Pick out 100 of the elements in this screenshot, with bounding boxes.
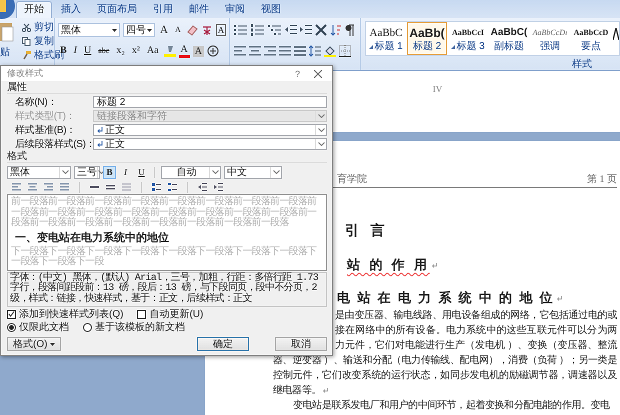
- sort-icon[interactable]: [330, 24, 342, 36]
- style-sample: AaBbC(: [490, 26, 528, 40]
- help-button[interactable]: ?: [294, 68, 300, 78]
- style-label: 副标题: [494, 40, 524, 52]
- font-color-button[interactable]: A: [178, 44, 190, 58]
- align-left-icon[interactable]: [234, 45, 246, 57]
- font-name-field[interactable]: 黑体: [58, 23, 120, 37]
- style-dropdown[interactable]: 正文: [93, 124, 327, 136]
- distributed-icon[interactable]: [294, 45, 306, 57]
- name-field[interactable]: 标题 2: [93, 96, 327, 108]
- field-label: 样式类型(T)：: [15, 110, 76, 122]
- language-dropdown[interactable]: 中文: [224, 166, 282, 178]
- one-half-spacing-icon[interactable]: [106, 183, 115, 191]
- clipboard-button[interactable]: 复制: [34, 35, 54, 48]
- office-button-icon[interactable]: [0, 0, 16, 20]
- border-icon[interactable]: [339, 45, 352, 57]
- ribbon-tab[interactable]: 视图: [254, 2, 288, 18]
- font-dropdown[interactable]: 黑体: [7, 166, 71, 178]
- ribbon-tab[interactable]: 审阅: [218, 2, 252, 18]
- style-label: 标题 2: [412, 40, 442, 52]
- color-dropdown[interactable]: 自动: [161, 166, 221, 178]
- preview-heading: 一、变电站在电力系统中的地位: [15, 230, 170, 244]
- ribbon-tab[interactable]: 插入: [54, 2, 88, 18]
- cancel-button[interactable]: 取消: [275, 337, 327, 351]
- style-sample: AaBbCcDı: [532, 26, 568, 38]
- highlighter-icon[interactable]: [164, 45, 176, 57]
- document-text: 控制元件，它们改变系统的运行状态，如同步发电机的励磁调节器，调速器以及: [273, 368, 617, 383]
- paste-icon[interactable]: [0, 21, 14, 43]
- ribbon-tab[interactable]: 邮件: [182, 2, 216, 18]
- style-gallery-item[interactable]: AaBbCcI 标题 3: [448, 22, 488, 55]
- change-case-button[interactable]: Aa: [144, 44, 161, 58]
- align-center-icon[interactable]: [249, 45, 262, 57]
- radio-label: 基于该模板的新文档: [95, 320, 185, 334]
- font-style-button[interactable]: B: [103, 166, 116, 178]
- field-label: 样式基准(B)：: [15, 124, 77, 136]
- checkbox[interactable]: [7, 310, 16, 318]
- superscript-button[interactable]: x²: [130, 44, 142, 58]
- paste-button[interactable]: 贴: [0, 45, 10, 59]
- character-border-button[interactable]: A: [216, 24, 226, 36]
- caret-icon: [147, 28, 152, 32]
- shrink-font-button[interactable]: A: [172, 23, 183, 37]
- increase-indent-icon[interactable]: [214, 183, 223, 191]
- document-text: 变电站是联系发电厂和用户的中间环节，起着变换和分配电能的作用。变电: [293, 398, 610, 413]
- format-menu-button[interactable]: 格式(O): [7, 337, 62, 351]
- subscript-button[interactable]: x₂: [114, 44, 127, 58]
- size-dropdown[interactable]: 三号: [74, 166, 100, 178]
- style-gallery-item[interactable]: AaBbCcDı 强调: [530, 22, 570, 55]
- style-sample: AaBbCcD: [574, 26, 608, 38]
- pilcrow-icon[interactable]: [345, 24, 356, 36]
- decrease-indent-icon[interactable]: [198, 183, 207, 191]
- font-style-button[interactable]: I: [119, 166, 132, 178]
- font-size-field[interactable]: 四号: [123, 23, 155, 37]
- font-style-button[interactable]: U: [135, 166, 148, 178]
- document-text: 接在网络中的所有设备。电力系统中的这些互联元件可以分为两: [335, 324, 617, 338]
- shading-icon[interactable]: [324, 45, 336, 57]
- line-spacing-icon[interactable]: [309, 45, 322, 57]
- copy-icon: [22, 37, 31, 46]
- ok-button[interactable]: 确定: [197, 337, 249, 351]
- style-label: 要点: [581, 40, 601, 52]
- section-heading: 属性: [7, 82, 327, 94]
- style-gallery-item[interactable]: AaBbC 标题 1: [366, 22, 406, 55]
- italic-button[interactable]: I: [72, 44, 80, 58]
- caret-icon: [112, 28, 117, 32]
- document-text: 电 站 在 电 力 系 统 中 的 地 位: [337, 290, 554, 306]
- ribbon-tab[interactable]: 引用: [146, 2, 180, 18]
- enclosed-character-icon[interactable]: [207, 45, 219, 57]
- style-sample: AaBbCcI: [452, 26, 484, 38]
- style-gallery-item[interactable]: AaBbC( 副标题: [489, 22, 529, 55]
- caret-icon: [50, 342, 56, 346]
- character-shading-button[interactable]: A: [192, 46, 204, 56]
- radio-button[interactable]: [83, 322, 92, 332]
- space-before-icon[interactable]: [152, 183, 161, 191]
- underline-button[interactable]: U: [82, 44, 94, 58]
- decrease-indent-icon[interactable]: [285, 24, 298, 36]
- radio-button[interactable]: [7, 322, 16, 332]
- increase-indent-icon[interactable]: [300, 24, 312, 36]
- document-text: 力元件，它们对电能进行生产（发电机 ）、变换（变压器、整流: [335, 338, 617, 353]
- ribbon-tab[interactable]: 页面布局: [90, 2, 144, 18]
- single-spacing-icon[interactable]: [90, 183, 99, 191]
- group-label: 样式: [572, 59, 592, 70]
- clipboard-button[interactable]: 剪切: [34, 21, 54, 34]
- preview-filler-text: 下一段落下一段落下一段落下一段落下一段落下一段落下一段落下一段落下一段落下一段落下一段: [11, 246, 318, 268]
- multilevel-list-icon[interactable]: [268, 24, 282, 36]
- ribbon-tab[interactable]: 开始: [16, 1, 52, 18]
- space-after-icon[interactable]: [168, 183, 177, 191]
- style-sample: AaBbC: [370, 26, 402, 40]
- style-dropdown[interactable]: 正文: [93, 138, 327, 150]
- grow-font-button[interactable]: A: [158, 23, 170, 37]
- style-gallery-item[interactable]: AaBbCcD 要点: [571, 22, 611, 55]
- brush-icon: [22, 51, 31, 60]
- eraser-icon[interactable]: [186, 24, 198, 36]
- justify-icon[interactable]: [279, 45, 292, 57]
- align-right-icon[interactable]: [264, 45, 276, 57]
- numbered-list-icon[interactable]: [251, 24, 266, 36]
- style-gallery-item[interactable]: AaBb( 标题 2: [407, 22, 447, 55]
- bullet-list-icon[interactable]: [234, 24, 248, 36]
- close-icon[interactable]: [314, 70, 322, 78]
- strikethrough-button[interactable]: abc: [96, 44, 112, 58]
- checkbox[interactable]: [137, 310, 146, 318]
- page-number: 第 1 页: [587, 174, 617, 186]
